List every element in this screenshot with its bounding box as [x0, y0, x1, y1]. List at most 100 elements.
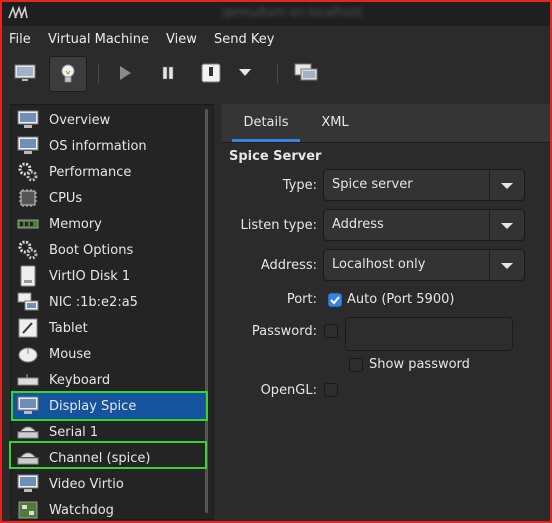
sidebar-item-serial-1[interactable]: Serial 1 [11, 419, 207, 445]
console-button[interactable] [7, 56, 43, 90]
sidebar-item-label: VirtIO Disk 1 [49, 268, 131, 284]
hardware-list[interactable]: Overview OS information Performance CPUs… [10, 104, 214, 520]
tab-xml[interactable]: XML [310, 104, 360, 142]
toolbar-separator [277, 64, 278, 84]
show-password-label: Show password [369, 357, 470, 372]
listen-type-label: Listen type: [240, 218, 317, 233]
sidebar-item-label: Serial 1 [49, 424, 99, 440]
menu-virtual-machine[interactable]: Virtual Machine [48, 31, 149, 49]
sidebar-item-label: Keyboard [49, 372, 111, 388]
type-label: Type: [282, 178, 317, 193]
tab-details[interactable]: Details [232, 104, 300, 142]
sidebar-item-label: NIC :1b:e2:a5 [49, 294, 138, 310]
sidebar-item-label: Channel (spice) [49, 450, 151, 466]
sidebar-item-virtio-disk-1[interactable]: VirtIO Disk 1 [11, 263, 207, 289]
port-label: Port: [286, 292, 317, 307]
app-logo-icon [8, 5, 28, 20]
type-value: Spice server [332, 177, 413, 192]
password-field[interactable] [345, 317, 513, 351]
toolbar-separator [98, 64, 99, 84]
monitor-icon [17, 135, 39, 157]
gears-icon [17, 239, 39, 261]
keyboard-icon [17, 369, 39, 391]
sidebar-item-label: Mouse [49, 346, 92, 362]
menu-view[interactable]: View [166, 31, 197, 49]
lightbulb-icon [61, 64, 75, 83]
channel-icon [17, 447, 39, 469]
combo-divider [489, 250, 490, 280]
opengl-label: OpenGL: [260, 383, 317, 398]
monitor-icon [17, 473, 39, 495]
monitor-icon [14, 64, 36, 81]
listen-type-combo[interactable]: Address [323, 209, 525, 241]
power-icon [201, 63, 221, 83]
sidebar-item-watchdog[interactable]: Watchdog [11, 497, 207, 519]
sidebar-item-performance[interactable]: Performance [11, 159, 207, 185]
serial-icon [17, 421, 39, 443]
sidebar-item-label: OS information [49, 138, 147, 154]
sidebar-item-label: Watchdog [49, 502, 114, 518]
sidebar-item-channel-spice[interactable]: Channel (spice) [11, 445, 207, 471]
fullscreen-button[interactable] [288, 56, 324, 90]
combo-divider [489, 170, 490, 200]
details-panel: Details XML [222, 104, 550, 518]
sidebar-item-label: Memory [49, 216, 102, 232]
sidebar-item-keyboard[interactable]: Keyboard [11, 367, 207, 393]
dropdown-arrow-icon [239, 69, 251, 76]
toolbar [2, 54, 550, 94]
type-combo[interactable]: Spice server [323, 169, 525, 201]
run-button[interactable] [107, 56, 143, 90]
sidebar-item-label: Performance [49, 164, 132, 180]
show-password-checkbox[interactable] [349, 358, 363, 372]
sidebar-item-label: Boot Options [49, 242, 134, 258]
sidebar-item-overview[interactable]: Overview [11, 107, 207, 133]
port-auto-label: Auto (Port 5900) [347, 292, 455, 307]
shutdown-button[interactable] [193, 56, 229, 90]
tab-bar: Details XML [222, 104, 550, 143]
combo-divider [489, 210, 490, 240]
gears-icon [17, 161, 39, 183]
monitor-icon [17, 109, 39, 131]
sidebar-item-mouse[interactable]: Mouse [11, 341, 207, 367]
sidebar-item-tablet[interactable]: Tablet [11, 315, 207, 341]
shutdown-menu-button[interactable] [233, 56, 257, 90]
pause-icon [162, 66, 174, 80]
password-label: Password: [251, 324, 317, 339]
chevron-down-icon [501, 183, 513, 189]
screenshot-icon [294, 63, 318, 81]
sidebar-item-os-information[interactable]: OS information [11, 133, 207, 159]
menu-file[interactable]: File [9, 31, 31, 49]
pause-button[interactable] [150, 56, 186, 90]
watchdog-icon [17, 499, 39, 519]
title-bar[interactable]: qemu/kvm on localhost [2, 2, 550, 26]
address-label: Address: [260, 258, 317, 273]
window-title: qemu/kvm on localhost [222, 5, 363, 19]
play-icon [120, 66, 131, 80]
menu-bar: File Virtual Machine View Send Key [2, 28, 550, 52]
network-icon [17, 291, 39, 313]
details-button[interactable] [49, 56, 87, 92]
opengl-checkbox[interactable] [324, 383, 338, 397]
menu-send-key[interactable]: Send Key [214, 31, 274, 49]
sidebar-item-label: Display Spice [49, 398, 137, 414]
sidebar-item-display-spice[interactable]: Display Spice [11, 393, 207, 419]
section-title: Spice Server [229, 149, 322, 164]
sidebar-item-label: CPUs [49, 190, 83, 206]
disk-icon [17, 265, 39, 287]
sidebar-item-video-virtio[interactable]: Video Virtio [11, 471, 207, 497]
tablet-icon [17, 317, 39, 339]
sidebar-item-boot-options[interactable]: Boot Options [11, 237, 207, 263]
address-combo[interactable]: Localhost only [323, 249, 525, 281]
mouse-icon [17, 343, 39, 365]
sidebar-item-cpus[interactable]: CPUs [11, 185, 207, 211]
memory-module-icon [17, 213, 39, 235]
sidebar-item-nic[interactable]: NIC :1b:e2:a5 [11, 289, 207, 315]
sidebar-item-label: Overview [49, 112, 111, 128]
password-checkbox[interactable] [324, 324, 338, 338]
sidebar-item-memory[interactable]: Memory [11, 211, 207, 237]
monitor-icon [17, 395, 39, 417]
port-auto-checkbox[interactable] [328, 293, 342, 307]
sidebar-item-label: Tablet [49, 320, 88, 336]
sidebar-scrollbar[interactable] [205, 109, 208, 513]
cpu-chip-icon [17, 187, 39, 209]
